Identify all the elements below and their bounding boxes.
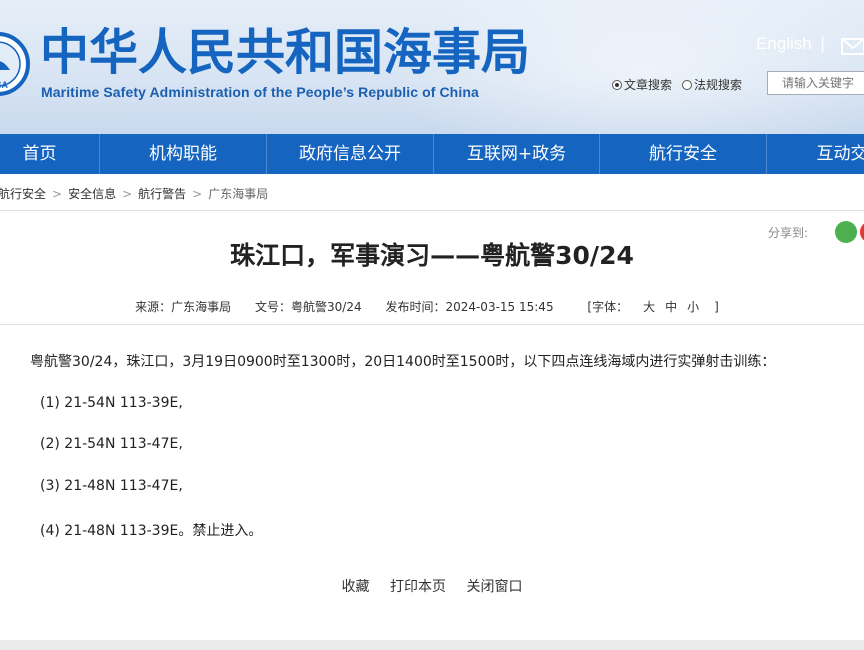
font-size-medium[interactable]: 中 (665, 300, 677, 314)
site-header: MSA 中华人民共和国海事局 Maritime Safety Administr… (0, 0, 864, 134)
header-separator: | (819, 34, 826, 54)
nav-item-home[interactable]: 首页 (0, 134, 100, 174)
header-links: English | (756, 34, 864, 55)
site-title-cn[interactable]: 中华人民共和国海事局 (40, 24, 530, 82)
search-options: 文章搜索 法规搜索 (612, 76, 752, 93)
article-paragraph: (4) 21-48N 113-39E。禁止进入。 (40, 523, 263, 539)
favorite-link[interactable]: 收藏 (342, 579, 370, 595)
article-meta: 来源：广东海事局 文号：粤航警30/24 发布时间：2024-03-15 15:… (0, 298, 864, 315)
article-title: 珠江口，军事演习——粤航警30/24 (230, 241, 634, 270)
nav-item-nav-safety[interactable]: 航行安全 (600, 134, 767, 174)
breadcrumb-separator: > (192, 187, 203, 201)
nav-item-functions[interactable]: 机构职能 (100, 134, 267, 174)
article-doc-number: 文号：粤航警30/24 (255, 300, 362, 314)
nav-item-internet-gov[interactable]: 互联网+政务 (434, 134, 600, 174)
breadcrumb-separator: > (122, 187, 133, 201)
breadcrumb-safety-info[interactable]: 安全信息 (68, 187, 116, 201)
article-publish-time: 发布时间：2024-03-15 15:45 (385, 300, 554, 314)
search-option-article-label: 文章搜索 (624, 78, 673, 92)
mail-icon[interactable] (841, 38, 864, 55)
english-link[interactable]: English (756, 34, 812, 53)
svg-text:MSA: MSA (0, 80, 9, 90)
font-size-close: ] (714, 300, 719, 314)
font-size-label: [字体： (587, 300, 629, 314)
search-input[interactable] (767, 71, 864, 95)
breadcrumb-nav-warnings[interactable]: 航行警告 (138, 187, 186, 201)
breadcrumb-nav-safety[interactable]: 航行安全 (0, 187, 46, 201)
article-source: 来源：广东海事局 (135, 300, 232, 314)
article-paragraph: (3) 21-48N 113-47E, (40, 478, 183, 494)
nav-item-interaction[interactable]: 互动交流 (767, 134, 864, 174)
breadcrumb: 航行安全 > 安全信息 > 航行警告 > 广东海事局 (0, 185, 268, 202)
font-size-large[interactable]: 大 (643, 300, 655, 314)
search-option-law-label: 法规搜索 (694, 78, 743, 92)
site-title-en: Maritime Safety Administration of the Pe… (41, 84, 479, 100)
print-link[interactable]: 打印本页 (390, 579, 446, 595)
msa-logo[interactable]: MSA (0, 22, 30, 106)
font-size-small[interactable]: 小 (687, 300, 699, 314)
nav-item-gov-info[interactable]: 政府信息公开 (267, 134, 434, 174)
article-paragraph: 粤航警30/24，珠江口，3月19日0900时至1300时，20日1400时至1… (30, 354, 776, 370)
search-option-article[interactable]: 文章搜索 (612, 78, 672, 92)
breadcrumb-divider (0, 210, 864, 211)
breadcrumb-separator: > (52, 187, 63, 201)
font-size-switcher: [字体： 大中小] (577, 300, 728, 314)
radio-unchecked-icon[interactable] (682, 80, 693, 90)
meta-divider (0, 324, 864, 325)
article-paragraph: (1) 21-54N 113-39E, (40, 395, 183, 411)
search-option-law[interactable]: 法规搜索 (682, 78, 742, 92)
radio-checked-icon[interactable] (612, 80, 622, 90)
article-actions: 收藏 打印本页 关闭窗口 (0, 576, 864, 596)
breadcrumb-current: 广东海事局 (208, 187, 269, 201)
main-nav: 首页 机构职能 政府信息公开 互联网+政务 航行安全 互动交流 (0, 134, 864, 174)
footer-band (0, 640, 864, 650)
article-paragraph: (2) 21-54N 113-47E, (40, 436, 183, 452)
close-window-link[interactable]: 关闭窗口 (466, 579, 522, 595)
